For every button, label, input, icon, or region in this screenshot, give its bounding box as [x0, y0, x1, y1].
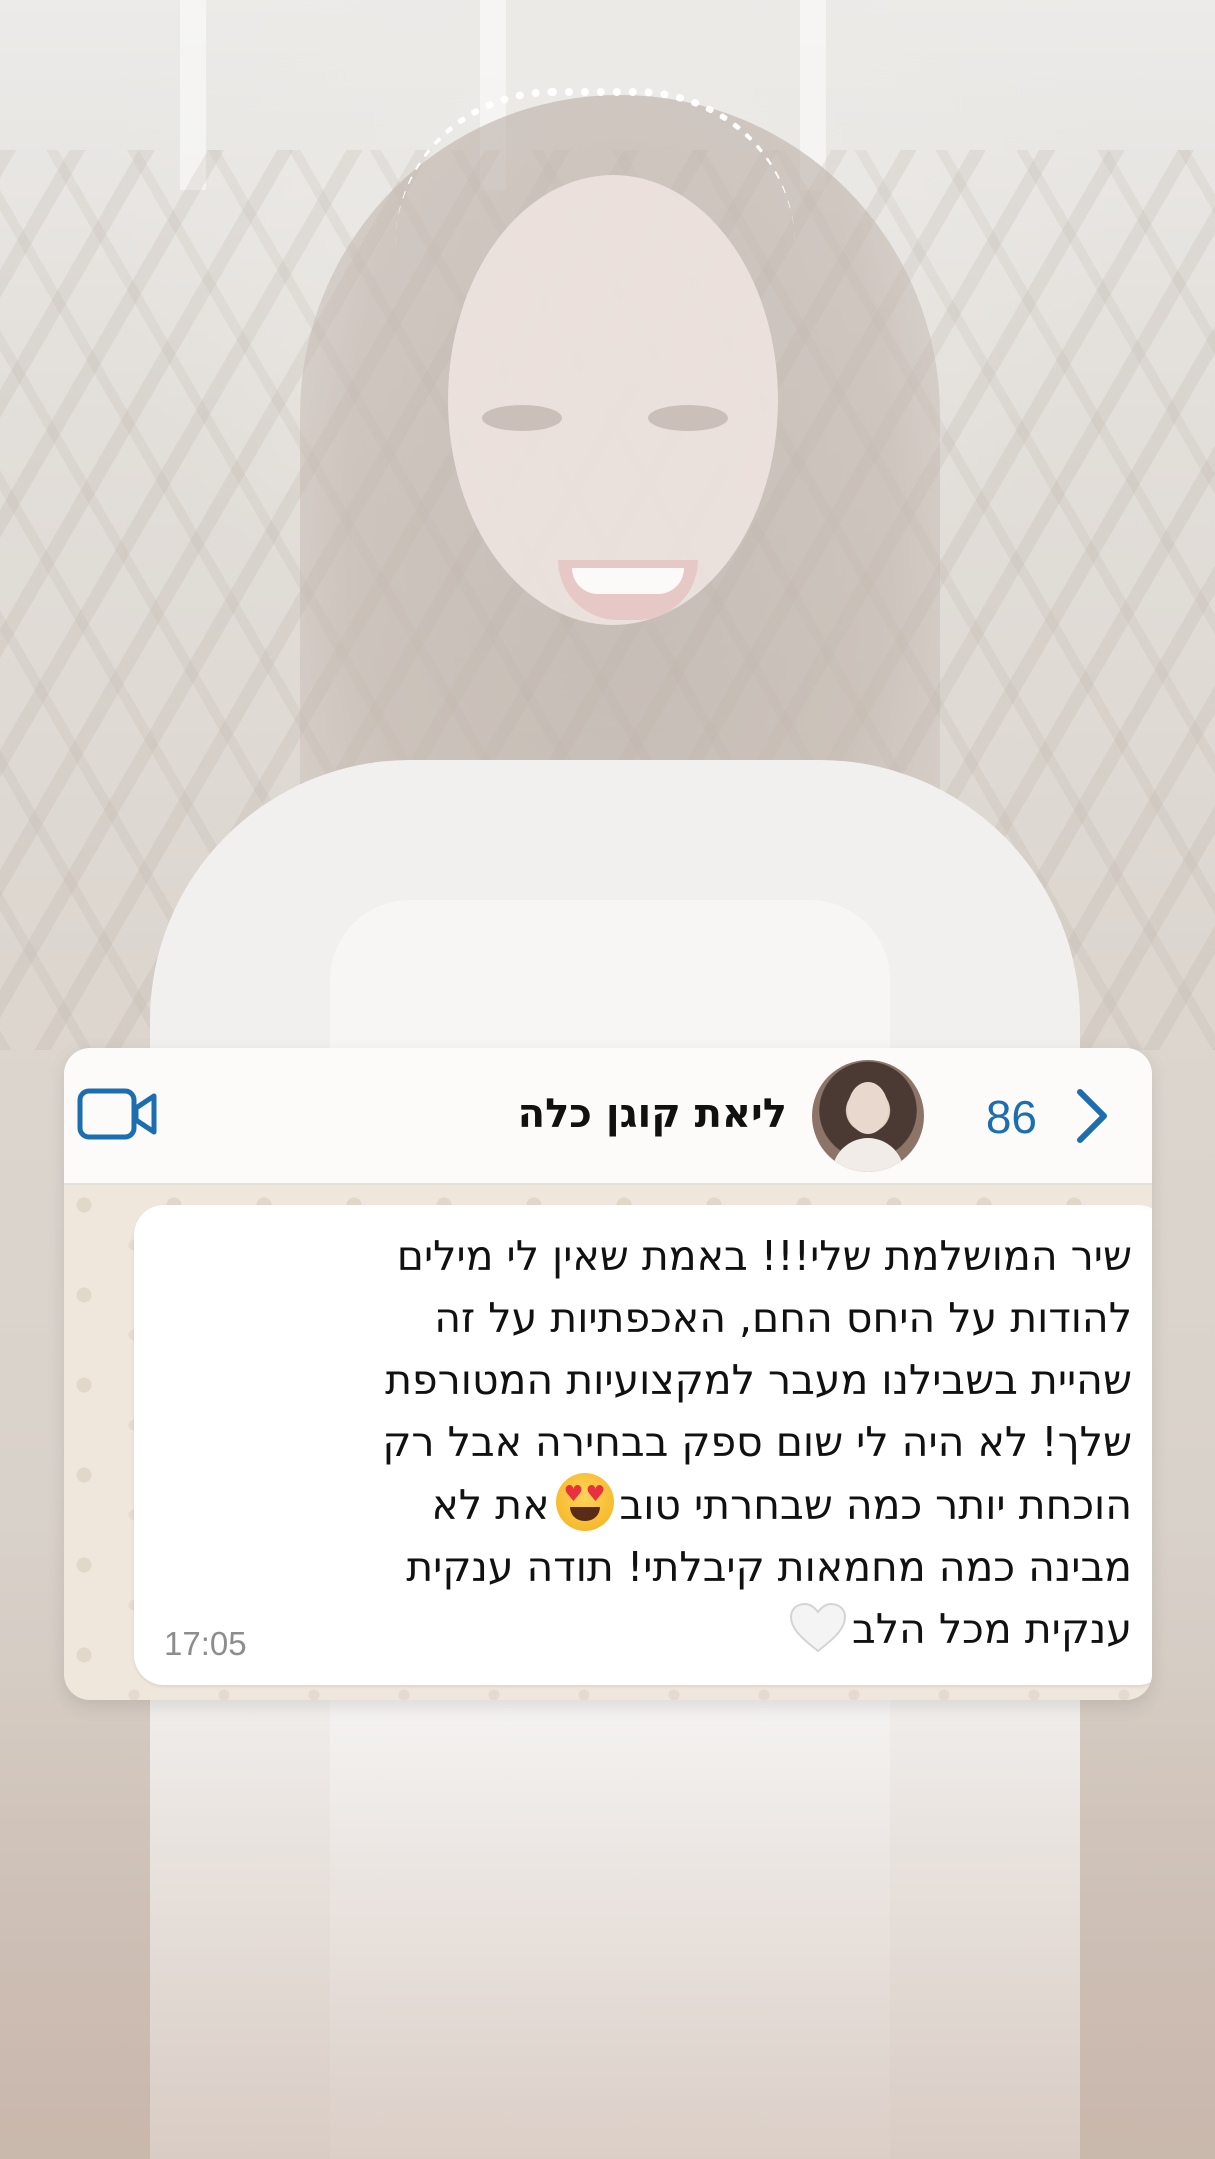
- message-line: שהיית בשבילנו מעבר למקצועיות המטורפת: [385, 1356, 1132, 1404]
- message-text: שיר המושלמת שלי!!! באמת שאין לי מילים לה…: [192, 1225, 1132, 1660]
- contact-name[interactable]: ליאת קוגן כלה: [518, 1091, 787, 1137]
- message-bubble[interactable]: שיר המושלמת שלי!!! באמת שאין לי מילים לה…: [134, 1205, 1152, 1685]
- chat-area: שיר המושלמת שלי!!! באמת שאין לי מילים לה…: [64, 1185, 1152, 1700]
- message-timestamp: 17:05: [164, 1625, 247, 1662]
- chevron-left-icon[interactable]: [1072, 1086, 1112, 1146]
- message-line: ענקית מכל הלב: [192, 1598, 1132, 1660]
- video-camera-icon[interactable]: [77, 1086, 159, 1142]
- avatar[interactable]: [812, 1060, 924, 1172]
- message-line: שיר המושלמת שלי!!! באמת שאין לי מילים: [396, 1232, 1132, 1280]
- message-line-part: ענקית מכל הלב: [852, 1605, 1132, 1653]
- message-line: הוכחת יותר כמה שבחרתי טוב ♥ ♥ את לא: [192, 1473, 1132, 1536]
- whatsapp-chat-card: ליאת קוגן כלה 86 שיר המושלמת שלי!!! באמת…: [64, 1048, 1152, 1700]
- message-line: שלך! לא היה לי שום ספק בבחירה אבל רק: [382, 1418, 1132, 1466]
- message-line: להודות על היחס החם, האכפתיות על זה: [434, 1294, 1132, 1342]
- message-line: מבינה כמה מחמאות קיבלתי! תודה ענקית: [406, 1543, 1132, 1591]
- message-line-part: את לא: [431, 1481, 550, 1529]
- chat-header: ליאת קוגן כלה 86: [64, 1048, 1152, 1185]
- heart-eyes-emoji-icon: ♥ ♥: [555, 1473, 614, 1531]
- white-heart-emoji-icon: [790, 1602, 847, 1653]
- message-line-part: הוכחת יותר כמה שבחרתי טוב: [619, 1481, 1133, 1529]
- unread-count[interactable]: 86: [986, 1090, 1037, 1144]
